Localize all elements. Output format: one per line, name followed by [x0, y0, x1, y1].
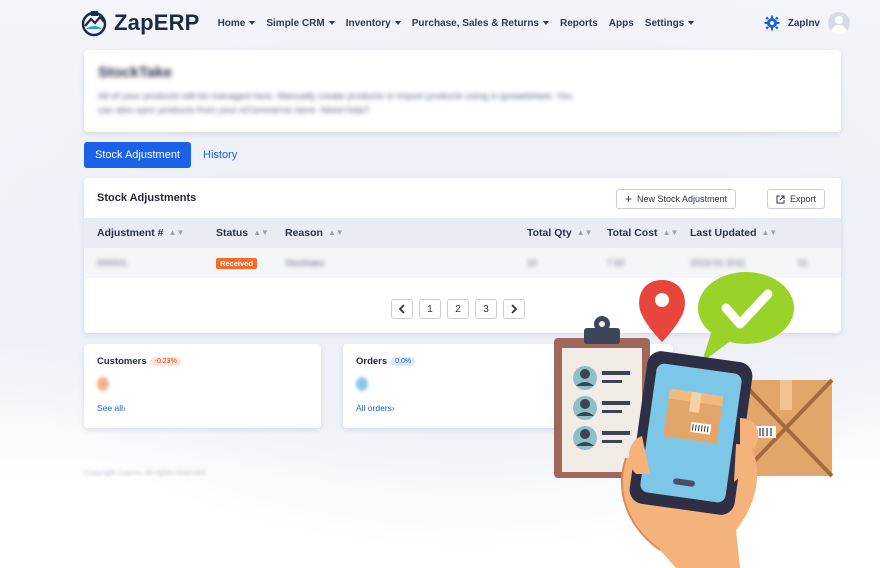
new-stock-adjustment-button[interactable]: + New Stock Adjustment — [616, 189, 737, 209]
tab-history[interactable]: History — [201, 149, 239, 161]
nav-user-area: ZapInv — [764, 12, 850, 34]
menu-item-simple-crm[interactable]: Simple CRM — [266, 17, 335, 29]
logo[interactable]: ZapERP — [80, 9, 200, 37]
customers-stat-card: Customers -0.23% See all› — [84, 344, 321, 428]
sort-icon: ▲▼ — [761, 228, 778, 237]
caret-down-icon — [688, 21, 695, 25]
caret-down-icon — [394, 21, 401, 25]
column-header-adjustment[interactable]: Adjustment # ▲▼ — [97, 218, 184, 248]
column-header-reason[interactable]: Reason ▲▼ — [285, 218, 344, 248]
menu-item-label: Home — [217, 17, 246, 29]
column-label: Reason — [285, 227, 323, 239]
menu-item-purchase-sales-returns[interactable]: Purchase, Sales & Returns — [412, 18, 549, 29]
sort-icon: ▲▼ — [327, 228, 344, 237]
orders-icon — [356, 377, 368, 391]
menu-item-settings[interactable]: Settings — [644, 17, 695, 29]
link-label: See all — [97, 403, 123, 413]
chevron-left-icon — [398, 304, 405, 314]
main-menu: Home Simple CRM Inventory Purchase, Sale… — [218, 18, 695, 29]
column-label: Status — [216, 227, 249, 239]
logo-icon — [81, 11, 107, 37]
user-name[interactable]: ZapInv — [788, 18, 820, 29]
page-button-3[interactable]: 3 — [475, 299, 497, 319]
button-label: Export — [790, 194, 817, 204]
inventory-phone-illustration — [554, 272, 834, 568]
change-badge: -0.23% — [150, 357, 181, 366]
export-button[interactable]: Export — [767, 189, 826, 209]
menu-item-label: Apps — [608, 17, 634, 29]
cell-reason: Stocktake — [285, 258, 325, 268]
pagination: 1 2 3 — [391, 299, 525, 319]
change-badge: 0.0% — [391, 357, 416, 366]
page-header-card: StockTake All of your products will be m… — [84, 50, 841, 132]
tab-stock-adjustment[interactable]: Stock Adjustment — [84, 142, 191, 168]
tab-bar: Stock Adjustment History — [84, 142, 239, 168]
chevron-right-icon — [511, 304, 518, 314]
all-orders-link[interactable]: All orders› — [356, 403, 395, 413]
menu-item-label: Simple CRM — [266, 17, 325, 29]
prev-page-button[interactable] — [391, 299, 413, 319]
gear-icon[interactable] — [764, 15, 780, 31]
export-icon — [776, 195, 785, 203]
stat-title-label: Orders — [356, 356, 388, 367]
menu-item-label: Reports — [560, 17, 598, 29]
button-label: New Stock Adjustment — [637, 194, 728, 204]
page-button-1[interactable]: 1 — [419, 299, 441, 319]
sort-icon: ▲▼ — [662, 228, 679, 237]
menu-item-home[interactable]: Home — [218, 18, 256, 29]
caret-down-icon — [328, 21, 335, 25]
page-description: All of your products will be managed her… — [98, 91, 573, 116]
page-title: StockTake — [98, 64, 172, 81]
customers-icon — [97, 377, 109, 391]
stat-title: Orders 0.0% — [356, 356, 416, 367]
avatar-head — [835, 16, 843, 24]
column-header-total-qty[interactable]: Total Qty ▲▼ — [527, 218, 593, 248]
menu-item-apps[interactable]: Apps — [609, 18, 634, 29]
menu-item-label: Purchase, Sales & Returns — [411, 17, 539, 29]
table-header: Adjustment # ▲▼ Status ▲▼ Reason ▲▼ Total Q… — [84, 218, 841, 248]
next-page-button[interactable] — [503, 299, 525, 319]
column-label: Adjustment # — [97, 227, 164, 239]
logo-text: ZapERP — [114, 10, 200, 35]
cell-adjustment-number: 000001 — [97, 258, 128, 268]
sort-icon: ▲▼ — [168, 228, 185, 237]
avatar-icon[interactable] — [828, 12, 850, 34]
menu-item-inventory[interactable]: Inventory — [346, 18, 401, 29]
sort-icon: ▲▼ — [576, 228, 593, 237]
footer-text: Copyright ZapInv. All rights reserved. — [84, 468, 207, 477]
top-navbar: ZapERP Home Simple CRM Inventory Purchas… — [80, 0, 850, 46]
status-badge: Received — [216, 258, 257, 269]
location-pin-illustration — [639, 280, 685, 342]
menu-item-label: Settings — [644, 17, 685, 29]
section-title: Stock Adjustments — [97, 192, 197, 204]
column-header-total-cost[interactable]: Total Cost ▲▼ — [607, 218, 678, 248]
link-label: All orders — [356, 403, 392, 413]
cell-total-qty: 10 — [527, 258, 538, 268]
avatar-body — [831, 25, 847, 34]
sort-icon: ▲▼ — [253, 228, 269, 237]
column-header-last-updated[interactable]: Last Updated ▲▼ — [690, 218, 777, 248]
caret-down-icon — [543, 21, 549, 25]
column-header-status[interactable]: Status ▲▼ — [216, 218, 269, 248]
column-label: Last Updated — [690, 227, 757, 239]
check-bubble-illustration — [698, 272, 794, 362]
plus-icon: + — [625, 192, 633, 206]
column-label: Total Qty — [527, 227, 572, 239]
stat-title-label: Customers — [97, 356, 147, 367]
stat-title: Customers -0.23% — [97, 356, 181, 367]
page-button-2[interactable]: 2 — [447, 299, 469, 319]
see-all-link[interactable]: See all› — [97, 403, 126, 413]
menu-item-reports[interactable]: Reports — [560, 18, 598, 29]
caret-down-icon — [249, 21, 256, 25]
menu-item-label: Inventory — [345, 17, 391, 29]
column-label: Total Cost — [607, 227, 658, 239]
